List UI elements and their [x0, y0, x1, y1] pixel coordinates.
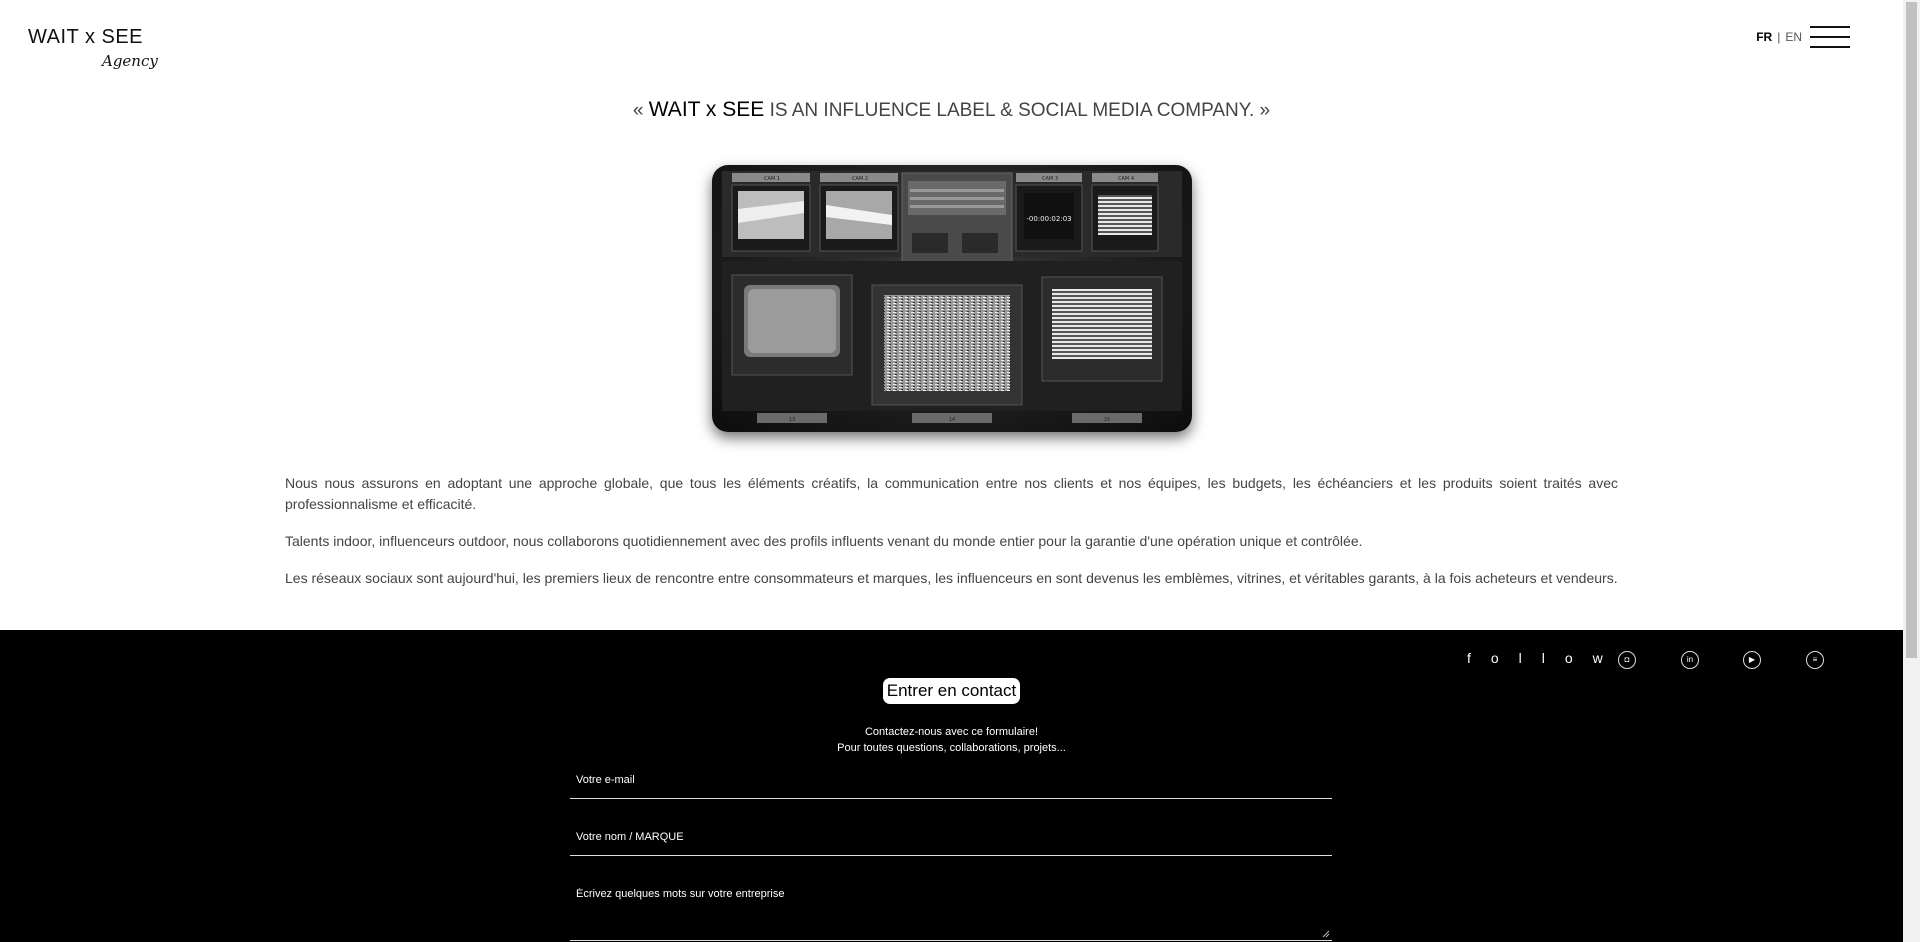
message-textarea[interactable] — [570, 888, 1322, 924]
intro-paragraph: Les réseaux sociaux sont aujourd'hui, le… — [285, 570, 1618, 586]
monitor-number: 13 — [789, 417, 795, 423]
logo-sub-text: Agency — [102, 52, 158, 70]
lang-separator: | — [1777, 30, 1781, 44]
tagline-brand: WAIT x SEE — [648, 98, 765, 121]
hamburger-line — [1810, 46, 1850, 48]
page: WAIT x SEE Agency FR | EN « WAIT x SEE IS … — [0, 0, 1920, 942]
contact-title-wrap: Entrer en contact — [0, 678, 1903, 704]
tagline: « WAIT x SEE IS AN INFLUENCE LABEL & SOC… — [0, 98, 1903, 122]
instagram-icon[interactable]: ◘ — [1618, 651, 1636, 669]
follow-bar: follow ◘ in ▶ ≡ — [1467, 650, 1827, 670]
message-field — [570, 888, 1332, 941]
hamburger-line — [1810, 36, 1850, 38]
hamburger-menu-icon[interactable] — [1810, 26, 1850, 48]
tagline-open-quote: « — [632, 100, 649, 121]
logo-main-text: WAIT x SEE — [28, 26, 144, 48]
scrollbar-thumb[interactable] — [1906, 2, 1917, 658]
lang-en-link[interactable]: EN — [1785, 30, 1802, 44]
timer-readout: -00:00:02:03 — [1026, 215, 1071, 223]
scrollbar[interactable] — [1903, 0, 1920, 942]
name-input[interactable] — [570, 831, 1322, 843]
intro-paragraph: Nous nous assurons en adoptant une appro… — [285, 475, 1618, 512]
youtube-icon[interactable]: ▶ — [1743, 651, 1761, 669]
linkedin-icon[interactable]: in — [1681, 651, 1699, 669]
language-switcher: FR | EN — [1756, 30, 1802, 44]
monitor-number: 14 — [949, 417, 955, 423]
contact-title: Entrer en contact — [882, 678, 1021, 704]
footer: follow ◘ in ▶ ≡ Entrer en contact Contac… — [0, 630, 1903, 942]
email-field — [570, 774, 1332, 799]
contact-line-1: Contactez-nous avec ce formulaire! — [864, 726, 1039, 738]
hamburger-line — [1810, 26, 1850, 28]
email-input[interactable] — [570, 774, 1322, 786]
logo[interactable]: WAIT x SEE Agency — [28, 26, 158, 76]
monitor-number: 15 — [1104, 417, 1110, 423]
follow-label: follow — [1467, 650, 1623, 666]
tagline-rest: IS AN INFLUENCE LABEL & SOCIAL MEDIA COM… — [764, 100, 1271, 121]
hero-monitors-image: CAM 1 CAM 2 CAM 3 CAM 4 -00:00:02:03 13 … — [712, 165, 1192, 432]
cam-label: CAM 3 — [1042, 176, 1058, 182]
cam-label: CAM 4 — [1118, 176, 1134, 182]
cam-label: CAM 2 — [852, 176, 868, 182]
cam-label: CAM 1 — [764, 176, 780, 182]
lang-fr-link[interactable]: FR — [1756, 30, 1772, 44]
intro-text: Nous nous assurons en adoptant une appro… — [285, 473, 1618, 605]
spotify-icon[interactable]: ≡ — [1806, 651, 1824, 669]
name-field — [570, 831, 1332, 856]
intro-paragraph: Talents indoor, influenceurs outdoor, no… — [285, 533, 1363, 549]
contact-subtitle: Contactez-nous avec ce formulaire! Pour … — [0, 724, 1903, 756]
contact-line-2: Pour toutes questions, collaborations, p… — [837, 742, 1066, 754]
resize-handle-icon[interactable] — [1322, 930, 1330, 938]
monitors-illustration: CAM 1 CAM 2 CAM 3 CAM 4 -00:00:02:03 13 … — [722, 171, 1182, 423]
